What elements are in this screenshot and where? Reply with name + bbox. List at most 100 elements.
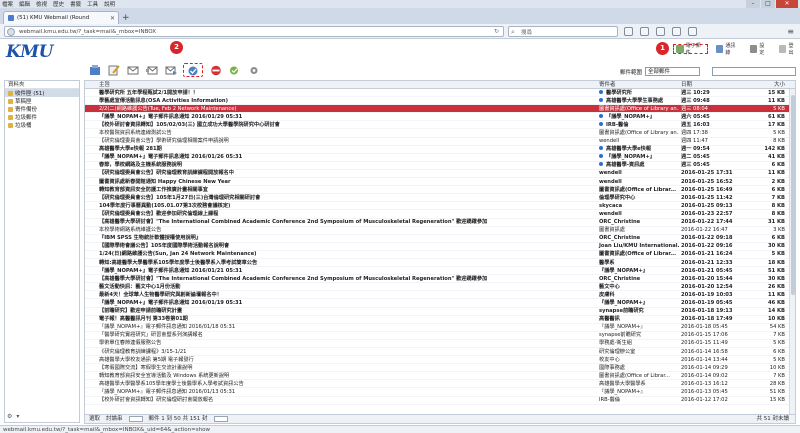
menu-bookmarks[interactable]: 書籤 bbox=[70, 0, 81, 8]
message-date: 2016-01-25 09:13 bbox=[681, 202, 733, 209]
menu-file[interactable]: 檔案 bbox=[2, 0, 13, 8]
menu-tools[interactable]: 工具 bbox=[87, 0, 98, 8]
refresh-button[interactable] bbox=[88, 64, 101, 76]
minimize-icon[interactable]: – bbox=[746, 0, 760, 8]
addressbook-button[interactable]: 通訊錄 bbox=[714, 43, 742, 56]
flag-column-header[interactable] bbox=[85, 81, 93, 88]
size-column-header[interactable]: 大小 bbox=[739, 81, 789, 88]
mark-button[interactable] bbox=[183, 63, 203, 77]
table-row[interactable]: 【校外研討會資訊轉知】研究倫理研討會開放報名 IRB-醫倫 2016-01-12 1… bbox=[85, 397, 795, 405]
chevron-down-icon[interactable]: ▾ bbox=[16, 413, 19, 420]
reply-all-icon bbox=[145, 66, 157, 74]
close-window-icon[interactable]: ✕ bbox=[776, 0, 798, 8]
from-column-header[interactable]: 寄件者 bbox=[593, 81, 679, 88]
message-subject: 【校外研討會資訊轉知】研究倫理研討會開放報名 bbox=[99, 397, 214, 404]
message-size: 6 KB bbox=[773, 348, 785, 355]
message-size: 18 KB bbox=[768, 259, 785, 266]
sidebar-item-trash[interactable]: 垃圾桶 bbox=[5, 121, 79, 129]
reply-all-button[interactable] bbox=[145, 64, 158, 76]
new-tab-icon[interactable]: + bbox=[122, 13, 130, 23]
sidebar-item-drafts[interactable]: 草稿匣 bbox=[5, 97, 79, 105]
message-from: 皮膚科 bbox=[593, 291, 679, 299]
pocket-icon[interactable] bbox=[688, 27, 697, 36]
message-size: 2 KB bbox=[771, 178, 785, 185]
junk-icon bbox=[8, 114, 13, 120]
message-subject: 『議學_NOPAM+』電子郵件訊息通知 2016/01/13 05:31 bbox=[99, 389, 236, 396]
hamburger-menu-icon[interactable]: ≡ bbox=[787, 27, 794, 36]
browser-search-input[interactable]: ⌕ 搜尋 bbox=[508, 26, 618, 37]
menu-view[interactable]: 檢視 bbox=[36, 0, 47, 8]
message-size: 5 KB bbox=[773, 340, 785, 347]
message-date: 2016-01-12 17:02 bbox=[681, 397, 728, 404]
menu-help[interactable]: 說明 bbox=[104, 0, 115, 8]
sent-icon bbox=[8, 106, 13, 112]
threads-menu[interactable]: 討論串 bbox=[106, 415, 123, 424]
folder-scope-select[interactable]: 全部郵件 bbox=[645, 67, 701, 76]
message-subject: 【高雄醫學大學研討會】"The International Combined A… bbox=[99, 219, 488, 226]
message-size: 15 KB bbox=[768, 89, 785, 96]
url-bar[interactable]: webmail.kmu.edu.tw/?_task=mail&_mbox=INB… bbox=[4, 26, 504, 37]
settings-button[interactable]: 設定 bbox=[748, 43, 771, 56]
message-from-text: 藝文中心 bbox=[599, 283, 620, 290]
message-subject: 醫學研究所 五年學程甄試2/1開放申請！！ bbox=[99, 89, 199, 96]
reload-icon[interactable]: ↻ bbox=[494, 28, 499, 35]
scrollbar-thumb[interactable] bbox=[791, 95, 795, 295]
message-size: 61 KB bbox=[768, 113, 785, 120]
message-subject: 【研究倫理委員會公告】學術研究倫理相關案件申請說明 bbox=[99, 138, 229, 145]
message-from-text: skycaca bbox=[599, 202, 623, 209]
more-settings-button[interactable] bbox=[247, 64, 260, 76]
unread-dot-icon bbox=[599, 113, 603, 118]
message-subject: 【寒假國際交流】寒假學生交流計畫說明 bbox=[99, 364, 193, 371]
vertical-scrollbar[interactable] bbox=[789, 89, 795, 415]
message-date: 2016-01-23 22:57 bbox=[681, 210, 733, 217]
message-size: 51 KB bbox=[769, 389, 785, 396]
message-from-text: 高雄醫學大學醫學系 bbox=[599, 380, 646, 387]
message-date: 2016-01-22 09:18 bbox=[681, 235, 733, 242]
sidebar-item-junk[interactable]: 垃圾郵件 bbox=[5, 113, 79, 121]
message-size: 3 KB bbox=[773, 227, 785, 234]
first-page-button[interactable] bbox=[128, 416, 143, 422]
sidebar-item-inbox[interactable]: 收件匣 (51) bbox=[5, 89, 79, 97]
select-menu[interactable]: 選取 bbox=[89, 415, 100, 424]
logo-text: KMU bbox=[6, 42, 53, 62]
home-icon[interactable] bbox=[672, 27, 681, 36]
compose-button[interactable] bbox=[107, 64, 120, 76]
maximize-icon[interactable]: □ bbox=[761, 0, 775, 8]
forward-button[interactable] bbox=[164, 64, 177, 76]
message-subject: 『議學_NOPAM+』電子郵件訊息通知 2016/01/29 05:31 bbox=[99, 113, 243, 120]
annotation-badge-1: 1 bbox=[656, 42, 669, 55]
message-from-text: synapse前瞻研究 bbox=[599, 308, 644, 315]
next-page-button[interactable] bbox=[213, 416, 228, 422]
browser-tab[interactable]: (51) KMU Webmail (Round ✕ bbox=[3, 11, 119, 24]
subject-column-header[interactable]: 主旨 bbox=[93, 81, 593, 88]
back-icon[interactable] bbox=[7, 28, 15, 36]
message-subject: 『議學_NOPAM+』電子郵件訊息通知 2016/01/21 05:31 bbox=[99, 267, 243, 274]
menu-history[interactable]: 歷史 bbox=[53, 0, 64, 8]
message-size: 6 KB bbox=[771, 186, 785, 193]
message-date: 2016-01-21 05:45 bbox=[681, 267, 733, 274]
close-tab-icon[interactable]: ✕ bbox=[110, 15, 115, 22]
library-icon[interactable] bbox=[640, 27, 649, 36]
delete-button[interactable] bbox=[209, 64, 222, 76]
menu-edit[interactable]: 編輯 bbox=[19, 0, 30, 8]
message-from: 圖書資訊處(Office of Librar... bbox=[593, 250, 679, 258]
message-size: 7 KB bbox=[773, 372, 785, 379]
download-icon[interactable] bbox=[656, 27, 665, 36]
date-column-header[interactable]: 日期 bbox=[679, 81, 739, 88]
message-from: 國際事務處 bbox=[593, 364, 679, 372]
message-date: 週四 11:47 bbox=[681, 138, 708, 145]
message-from-text: 圖書資訊處(Office of Library an... bbox=[599, 105, 679, 112]
mail-search-input[interactable] bbox=[712, 67, 796, 76]
reply-button[interactable] bbox=[126, 64, 139, 76]
logout-button[interactable]: 登出 bbox=[777, 43, 800, 56]
message-subject: 學術單位春節連假服務公告 bbox=[99, 340, 162, 347]
sidebar-item-sent[interactable]: 寄件備份 bbox=[5, 105, 79, 113]
gear-icon[interactable]: ⚙ bbox=[7, 413, 12, 420]
unread-total: 共 51 封未讀 bbox=[756, 415, 790, 422]
spam-button[interactable] bbox=[228, 64, 241, 76]
message-size: 6 KB bbox=[771, 162, 785, 169]
mail-button[interactable]: 電子郵件 bbox=[673, 43, 708, 56]
bookmark-star-icon[interactable] bbox=[624, 27, 633, 36]
message-size: 41 KB bbox=[768, 154, 785, 161]
mail-toolbar bbox=[88, 63, 260, 77]
